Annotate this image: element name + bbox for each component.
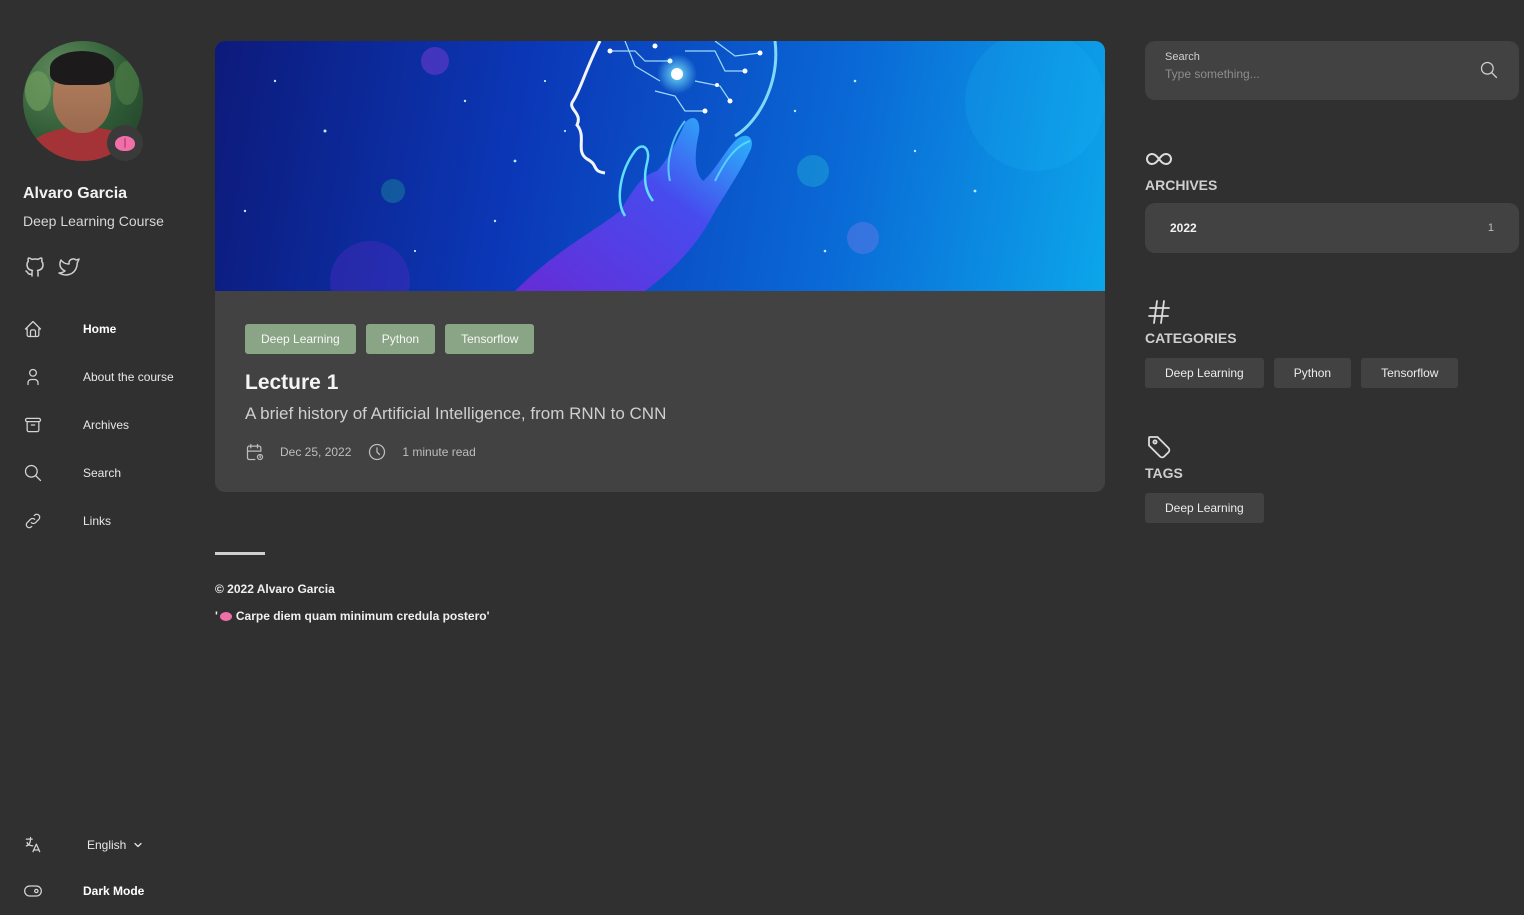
footer-quote: ' Carpe diem quam minimum credula poster… [215,609,489,623]
user-icon [23,367,43,387]
menu-item-search[interactable]: Search [23,449,174,497]
article-categories: Deep Learning Python Tensorflow [245,324,1075,354]
github-icon[interactable] [23,255,47,279]
archive-year: 2022 [1170,221,1197,235]
archive-count: 1 [1487,222,1494,234]
social-links [23,255,81,279]
language-label: English [87,838,127,852]
archive-icon [23,415,43,435]
article-hero-image[interactable] [215,41,1105,291]
categories-widget: CATEGORIES Deep Learning Python Tensorfl… [1145,298,1519,388]
categories-list: Deep Learning Python Tensorflow [1145,358,1519,388]
category-badge[interactable]: Tensorflow [445,324,535,354]
categories-title: CATEGORIES [1145,330,1237,346]
site-footer: © 2022 Alvaro Garcia ' Carpe diem quam m… [215,552,489,623]
clock-icon [367,442,387,462]
article-read-time: 1 minute read [402,445,476,459]
menu-item-home[interactable]: Home [23,305,174,353]
search-icon [23,463,43,483]
tags-widget: TAGS Deep Learning [1145,433,1519,523]
search-button[interactable] [1479,60,1499,80]
language-selector[interactable]: English [23,835,144,855]
search-label: Search [1165,51,1200,63]
menu-item-label: Search [83,466,122,480]
menu-item-label: Home [83,322,117,336]
search-input[interactable] [1165,67,1455,81]
dark-mode-label: Dark Mode [83,884,145,898]
brain-icon [115,135,135,151]
archives-title: ARCHIVES [1145,177,1218,193]
menu-item-links[interactable]: Links [23,497,174,545]
author-name: Alvaro Garcia [23,185,128,202]
menu-item-label: Links [83,514,112,528]
infinity-icon [1145,145,1173,173]
quote-text: Carpe diem quam minimum credula postero' [235,609,490,623]
category-chip[interactable]: Python [1273,358,1352,388]
chevron-down-icon [132,839,144,851]
category-badge[interactable]: Deep Learning [245,324,356,354]
article-title[interactable]: Lecture 1 [245,371,1075,395]
tag-chip[interactable]: Deep Learning [1145,493,1264,523]
tags-title: TAGS [1145,465,1183,481]
right-sidebar: Search ARCHIVES 2022 1 CATEGORIES Deep L… [1145,41,1519,523]
menu-item-archives[interactable]: Archives [23,401,174,449]
tags-list: Deep Learning [1145,493,1519,523]
link-icon [23,511,43,531]
language-icon [23,835,43,855]
archives-widget: ARCHIVES 2022 1 [1145,145,1519,253]
article-date: Dec 25, 2022 [280,445,352,459]
quote-prefix: ' [215,609,218,623]
article-subtitle: A brief history of Artificial Intelligen… [245,404,667,423]
footer-divider [215,552,265,555]
hero-illustration [243,41,1105,291]
avatar[interactable] [23,41,143,161]
category-chip[interactable]: Tensorflow [1361,358,1459,388]
category-chip[interactable]: Deep Learning [1145,358,1264,388]
search-icon [1480,61,1498,79]
author-subtitle: Deep Learning Course [23,213,164,229]
toggle-icon [23,881,43,901]
article-meta: Dec 25, 2022 1 minute read [245,442,1075,462]
left-sidebar: Alvaro Garcia Deep Learning Course Home [0,0,200,915]
archive-year-item[interactable]: 2022 1 [1145,203,1519,253]
home-icon [23,319,43,339]
article-card[interactable]: Deep Learning Python Tensorflow Lecture … [215,41,1105,492]
search-form: Search [1145,41,1519,100]
calendar-icon [245,442,265,462]
main-menu: Home About the course Archives Search Li… [23,305,174,545]
menu-item-label: About the course [83,370,174,384]
menu-item-about[interactable]: About the course [23,353,174,401]
brain-emoji-badge [107,125,143,161]
hash-icon [1145,298,1173,326]
tag-icon [1145,433,1173,461]
twitter-icon[interactable] [57,255,81,279]
footer-copyright: © 2022 Alvaro Garcia [215,582,335,596]
brain-icon [219,611,232,621]
dark-mode-toggle[interactable]: Dark Mode [23,881,144,901]
article-body: Deep Learning Python Tensorflow Lecture … [215,291,1105,462]
menu-item-label: Archives [83,418,130,432]
category-badge[interactable]: Python [365,324,436,354]
